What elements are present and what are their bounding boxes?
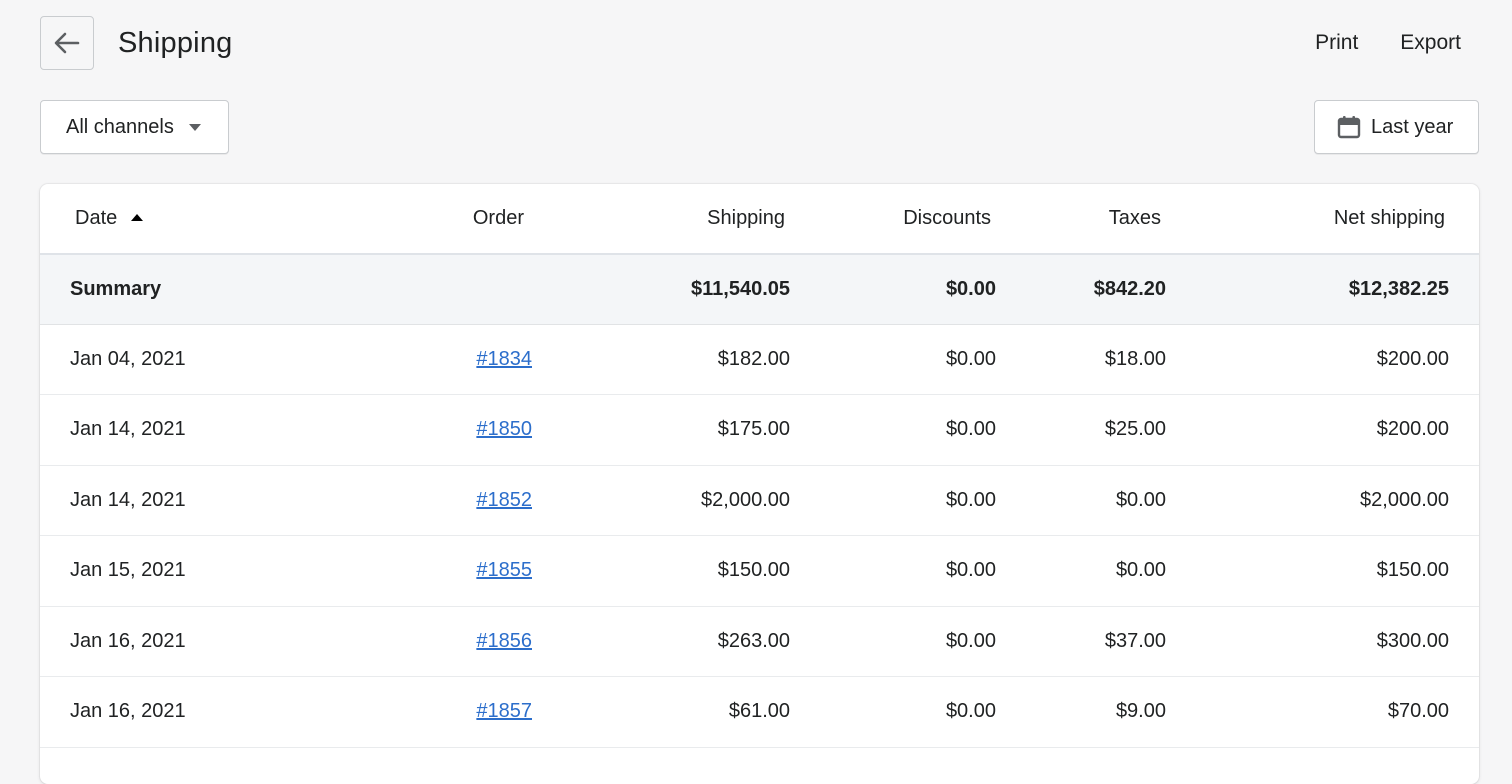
- discounts-cell: $0.00: [820, 606, 1026, 677]
- discounts-cell: $0.00: [820, 324, 1026, 395]
- net-shipping-cell: $300.00: [1196, 606, 1479, 677]
- shipping-report-table: Date Order Shipping Discounts Taxes Net …: [40, 184, 1479, 748]
- net-shipping-cell: $2,000.00: [1196, 465, 1479, 536]
- order-cell: #1850: [370, 394, 563, 466]
- taxes-cell: $0.00: [1026, 465, 1196, 536]
- discounts-cell: $0.00: [820, 676, 1026, 748]
- shipping-report-table-card: Date Order Shipping Discounts Taxes Net …: [40, 184, 1479, 784]
- date-cell: Jan 15, 2021: [40, 535, 370, 607]
- column-header-taxes[interactable]: Taxes: [1026, 184, 1196, 255]
- order-link[interactable]: #1855: [476, 559, 532, 581]
- taxes-cell: $0.00: [1026, 535, 1196, 607]
- sort-ascending-icon: [131, 214, 144, 221]
- discounts-cell: $0.00: [820, 465, 1026, 536]
- summary-row: Summary $11,540.05 $0.00 $842.20 $12,382…: [40, 254, 1479, 325]
- column-header-shipping[interactable]: Shipping: [563, 184, 820, 255]
- shipping-cell: $175.00: [563, 394, 820, 466]
- channel-filter-label: All channels: [66, 115, 174, 138]
- order-link[interactable]: #1852: [476, 489, 532, 511]
- date-range-button[interactable]: Last year: [1314, 100, 1479, 154]
- print-button[interactable]: Print: [1294, 31, 1379, 55]
- table-row: Jan 15, 2021 #1855 $150.00 $0.00 $0.00 $150.0…: [40, 535, 1479, 607]
- net-shipping-cell: $70.00: [1196, 676, 1479, 748]
- calendar-icon: [1337, 115, 1361, 139]
- order-link[interactable]: #1834: [476, 348, 532, 370]
- column-header-net-shipping[interactable]: Net shipping: [1196, 184, 1479, 255]
- taxes-cell: $18.00: [1026, 324, 1196, 395]
- order-cell: #1855: [370, 535, 563, 607]
- arrow-left-icon: [54, 32, 80, 54]
- caret-down-icon: [188, 123, 201, 131]
- order-cell: #1852: [370, 465, 563, 536]
- column-header-date[interactable]: Date: [40, 184, 370, 255]
- order-link[interactable]: #1850: [476, 418, 532, 440]
- summary-label: Summary: [40, 254, 370, 325]
- table-row: Jan 14, 2021 #1850 $175.00 $0.00 $25.00 $200.…: [40, 394, 1479, 466]
- table-row: Jan 04, 2021 #1834 $182.00 $0.00 $18.00 $200.…: [40, 324, 1479, 395]
- column-header-discounts[interactable]: Discounts: [820, 184, 1026, 255]
- date-cell: Jan 04, 2021: [40, 324, 370, 395]
- shipping-cell: $182.00: [563, 324, 820, 395]
- table-row: Jan 16, 2021 #1856 $263.00 $0.00 $37.00 $300.…: [40, 606, 1479, 677]
- shipping-cell: $2,000.00: [563, 465, 820, 536]
- discounts-cell: $0.00: [820, 394, 1026, 466]
- summary-taxes: $842.20: [1026, 254, 1196, 325]
- page-title: Shipping: [118, 26, 233, 59]
- taxes-cell: $9.00: [1026, 676, 1196, 748]
- table-row: Jan 16, 2021 #1857 $61.00 $0.00 $9.00 $70.00: [40, 676, 1479, 748]
- column-header-order[interactable]: Order: [370, 184, 563, 255]
- shipping-cell: $150.00: [563, 535, 820, 607]
- order-link[interactable]: #1856: [476, 630, 532, 652]
- date-cell: Jan 14, 2021: [40, 465, 370, 536]
- order-cell: #1834: [370, 324, 563, 395]
- date-cell: Jan 16, 2021: [40, 676, 370, 748]
- summary-discounts: $0.00: [820, 254, 1026, 325]
- header-actions: Print Export: [1294, 31, 1472, 55]
- date-cell: Jan 14, 2021: [40, 394, 370, 466]
- channel-filter-dropdown[interactable]: All channels: [40, 100, 229, 154]
- shipping-cell: $263.00: [563, 606, 820, 677]
- net-shipping-cell: $200.00: [1196, 394, 1479, 466]
- net-shipping-cell: $150.00: [1196, 535, 1479, 607]
- page-header: Shipping Print Export: [40, 16, 1472, 70]
- date-cell: Jan 16, 2021: [40, 606, 370, 677]
- net-shipping-cell: $200.00: [1196, 324, 1479, 395]
- discounts-cell: $0.00: [820, 535, 1026, 607]
- table-header-row: Date Order Shipping Discounts Taxes Net …: [40, 184, 1479, 255]
- order-cell: #1857: [370, 676, 563, 748]
- taxes-cell: $37.00: [1026, 606, 1196, 677]
- taxes-cell: $25.00: [1026, 394, 1196, 466]
- summary-shipping: $11,540.05: [563, 254, 820, 325]
- order-link[interactable]: #1857: [476, 700, 532, 722]
- summary-order-cell: [370, 254, 563, 325]
- filter-bar: All channels Last year: [40, 100, 1479, 154]
- back-button[interactable]: [40, 16, 94, 70]
- table-row: Jan 14, 2021 #1852 $2,000.00 $0.00 $0.00 $2,0…: [40, 465, 1479, 536]
- order-cell: #1856: [370, 606, 563, 677]
- export-button[interactable]: Export: [1379, 31, 1472, 55]
- shipping-cell: $61.00: [563, 676, 820, 748]
- summary-net-shipping: $12,382.25: [1196, 254, 1479, 325]
- date-range-label: Last year: [1371, 115, 1454, 138]
